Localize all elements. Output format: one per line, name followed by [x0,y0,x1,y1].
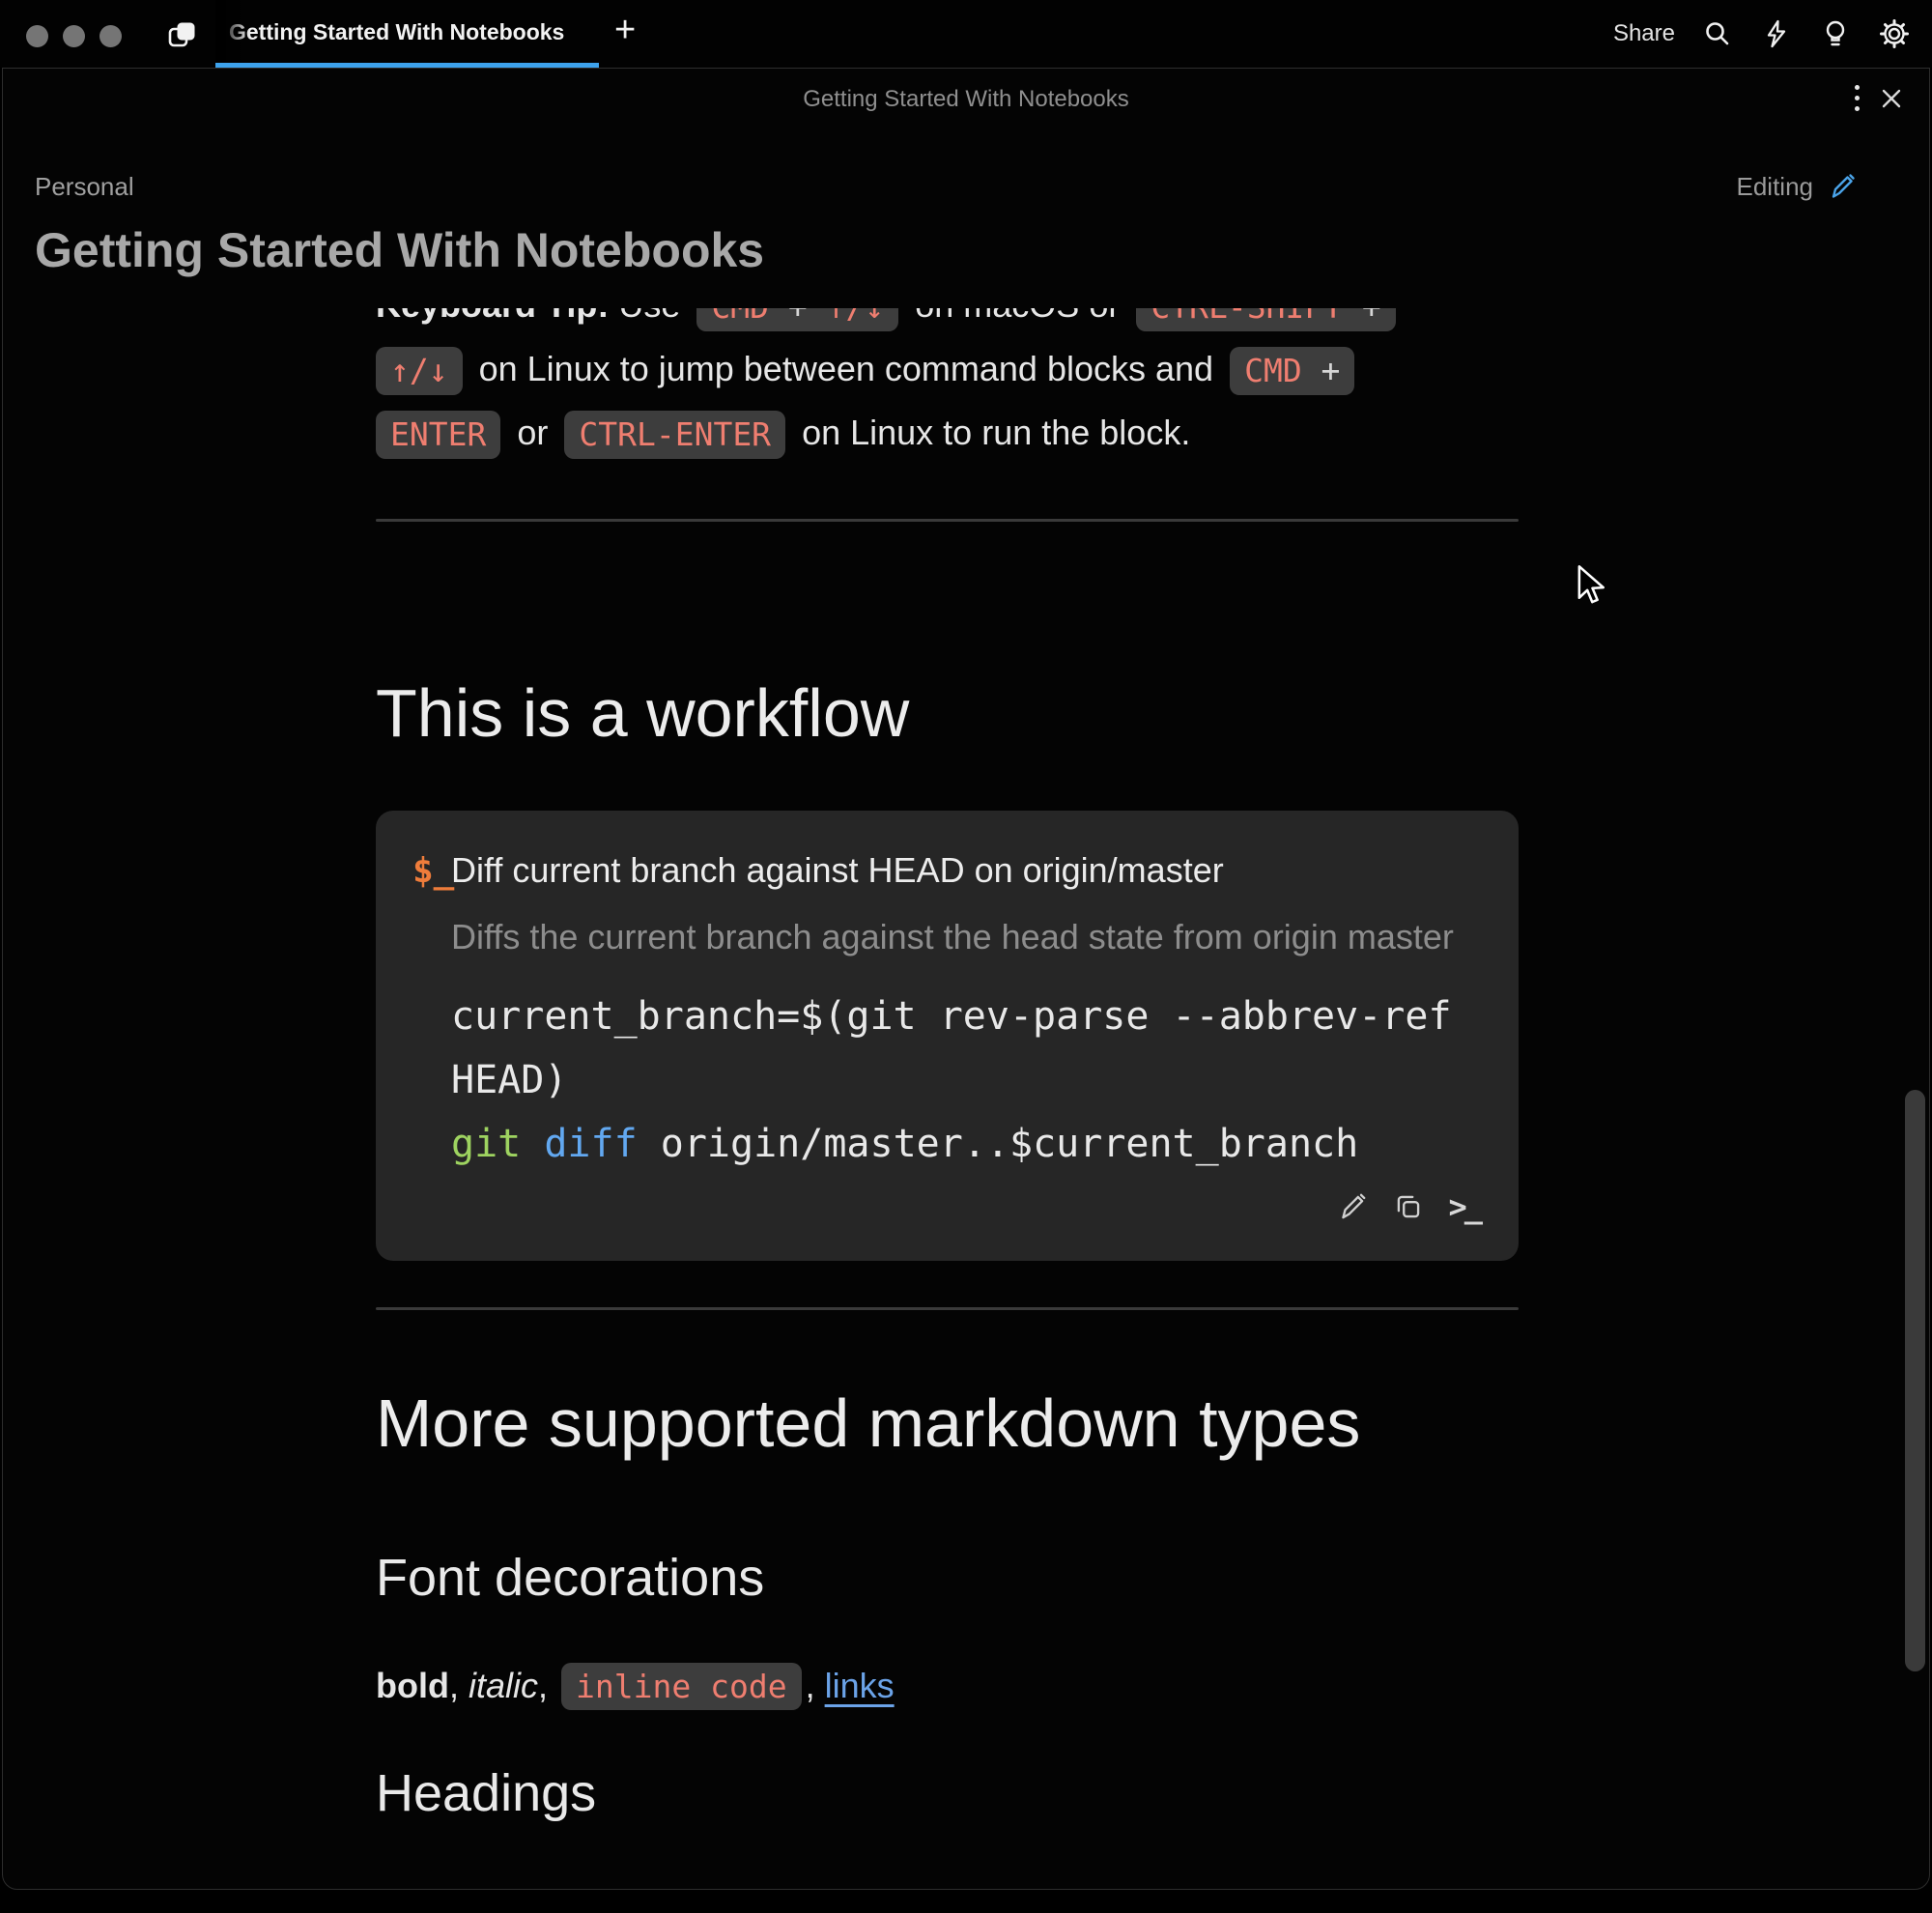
new-tab-button[interactable]: + [614,0,636,64]
keyboard-tip-line-2: ↑/↓ on Linux to jump between command blo… [376,337,1519,401]
bold-sample: bold [376,1666,449,1705]
run-in-terminal-icon[interactable]: >_ [1448,1188,1480,1225]
search-icon[interactable] [1701,17,1734,50]
mouse-cursor [1575,564,1607,607]
workflow-card-header: $_ Diff current branch against HEAD on o… [412,847,1480,894]
lightbulb-icon[interactable] [1819,17,1852,50]
key-badge-enter: ENTER [376,411,500,459]
inline-code-sample: inline code [561,1663,802,1710]
traffic-lights [26,25,122,47]
close-window-button[interactable] [26,25,48,47]
mode-label: Editing [1737,172,1814,202]
window-title: Getting Started With Notebooks [3,69,1929,130]
document-viewport[interactable]: Keyboard Tip: Use CMD + ↑/↓ on macOS or … [3,308,1929,1889]
lightning-icon[interactable] [1760,17,1793,50]
key-badge-ctrl-enter: CTRL-ENTER [564,411,785,459]
font-decorations-heading: Font decorations [376,1547,1519,1609]
edit-icon[interactable] [1336,1190,1369,1223]
scrollbar-thumb[interactable] [1905,1090,1925,1671]
workflow-card-code: current_branch=$(git rev-parse --abbrev-… [451,985,1480,1176]
code-line-1: current_branch=$(git rev-parse --abbrev-… [451,994,1452,1039]
font-decorations-line: bold, italic, inline code, links [376,1657,1519,1716]
code-token-diff: diff [544,1122,637,1166]
code-line-1-wrap: HEAD) [451,1058,567,1102]
divider [376,519,1519,522]
edit-pencil-icon [1827,171,1858,202]
screen: Getting Started With Notebooks + Share [0,0,1932,1913]
key-badge-arrows: ↑/↓ [376,347,463,395]
meta-row: Personal Editing [35,169,1858,204]
zoom-window-button[interactable] [99,25,122,47]
tab-bar: Getting Started With Notebooks + Share [0,0,1932,68]
workflow-card-title: Diff current branch against HEAD on orig… [451,850,1224,891]
code-rest: origin/master..$current_branch [638,1122,1359,1166]
links-sample[interactable]: links [825,1666,895,1705]
code-token-git: git [451,1122,521,1166]
tip-lead: Keyboard Tip: [376,308,609,325]
keyboard-tip-line-3: ENTER or CTRL-ENTER on Linux to run the … [376,401,1519,465]
divider [376,1307,1519,1310]
workflow-heading: This is a workflow [376,674,1519,752]
gear-icon[interactable] [1878,17,1911,50]
close-icon[interactable] [1877,84,1906,113]
notebook-window: Getting Started With Notebooks Personal … [2,68,1930,1890]
markdown-heading: More supported markdown types [376,1383,1519,1464]
active-tab[interactable]: Getting Started With Notebooks [229,0,564,64]
tab-fade [215,0,250,62]
keyboard-tip-line-1: Keyboard Tip: Use CMD + ↑/↓ on macOS or … [376,308,1519,337]
workflow-card-description: Diffs the current branch against the hea… [451,905,1480,969]
prompt-icon: $_ [412,851,451,891]
italic-sample: italic [469,1666,538,1705]
copy-icon[interactable] [1392,1190,1425,1223]
key-badge-cmd-arrows: CMD + ↑/↓ [696,308,898,331]
tabbar-actions: Share [1613,0,1911,68]
workflow-card[interactable]: $_ Diff current branch against HEAD on o… [376,811,1519,1261]
editing-mode-toggle[interactable]: Editing [1737,171,1859,202]
tab-windows-icon [166,19,197,50]
key-badge-ctrl-shift: CTRL-SHIFT + [1136,308,1395,331]
workflow-card-actions: >_ [412,1185,1480,1228]
minimize-window-button[interactable] [63,25,85,47]
headings-heading: Headings [376,1762,1519,1824]
key-badge-cmd: CMD + [1230,347,1354,395]
window-header: Getting Started With Notebooks [3,69,1929,130]
more-options-icon[interactable] [1855,85,1860,111]
document: Keyboard Tip: Use CMD + ↑/↓ on macOS or … [376,308,1519,1824]
share-button[interactable]: Share [1613,20,1675,47]
breadcrumb[interactable]: Personal [35,172,134,202]
page-title: Getting Started With Notebooks [35,221,1929,279]
